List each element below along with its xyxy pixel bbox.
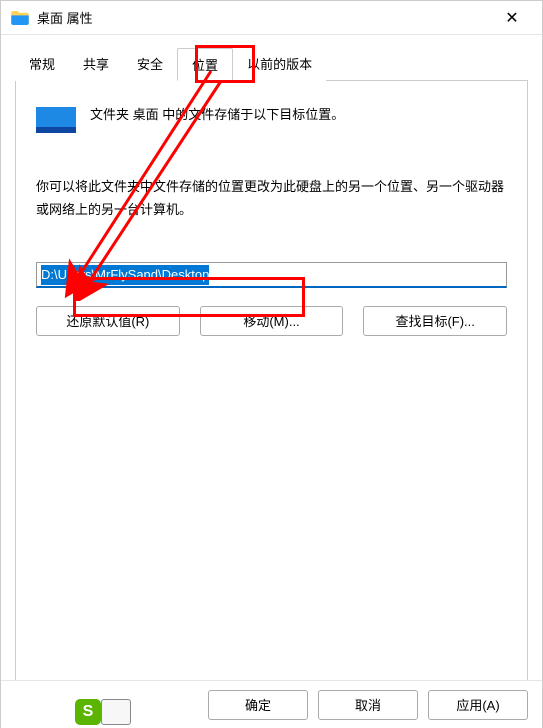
ok-button[interactable]: 确定 (208, 690, 308, 720)
location-panel: 文件夹 桌面 中的文件存储于以下目标位置。 你可以将此文件夹中文件存储的位置更改… (15, 81, 528, 681)
description-text: 你可以将此文件夹中文件存储的位置更改为此硬盘上的另一个位置、另一个驱动器或网络上… (36, 175, 507, 222)
ime-panel-icon[interactable] (101, 699, 131, 725)
close-button[interactable]: ✕ (492, 8, 532, 28)
restore-default-button[interactable]: 还原默认值(R) (36, 306, 180, 336)
tab-location[interactable]: 位置 (177, 48, 233, 81)
apply-button[interactable]: 应用(A) (428, 690, 528, 720)
find-target-button[interactable]: 查找目标(F)... (363, 306, 507, 336)
desktop-folder-icon (36, 103, 76, 135)
tab-general[interactable]: 常规 (15, 48, 69, 81)
titlebar: 桌面 属性 ✕ (1, 1, 542, 35)
properties-window: 桌面 属性 ✕ 常规 共享 安全 位置 以前的版本 文件夹 桌面 中的文件存储于… (0, 0, 543, 728)
intro-text: 文件夹 桌面 中的文件存储于以下目标位置。 (90, 101, 344, 126)
tab-security[interactable]: 安全 (123, 48, 177, 81)
action-buttons-row: 还原默认值(R) 移动(M)... 查找目标(F)... (36, 306, 507, 336)
ime-badge[interactable]: S (75, 699, 101, 725)
tab-previous-versions[interactable]: 以前的版本 (233, 48, 326, 81)
tabs-container: 常规 共享 安全 位置 以前的版本 文件夹 桌面 中的文件存储于以下目标位置。 … (1, 35, 542, 681)
folder-icon (11, 11, 29, 25)
move-button[interactable]: 移动(M)... (200, 306, 344, 336)
tab-sharing[interactable]: 共享 (69, 48, 123, 81)
cancel-button[interactable]: 取消 (318, 690, 418, 720)
path-input[interactable]: D:\Users\MrFlySand\Desktop (36, 262, 507, 288)
intro-row: 文件夹 桌面 中的文件存储于以下目标位置。 (36, 101, 507, 135)
window-title: 桌面 属性 (37, 8, 492, 27)
ime-badge-label: S (83, 703, 94, 721)
path-value: D:\Users\MrFlySand\Desktop (41, 265, 209, 285)
tab-strip: 常规 共享 安全 位置 以前的版本 (15, 47, 528, 81)
